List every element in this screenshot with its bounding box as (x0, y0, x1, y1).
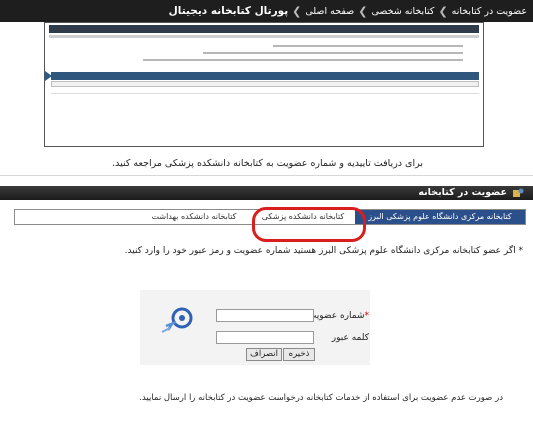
inner-text-line (143, 59, 463, 61)
key-icon (161, 307, 193, 333)
inner-rule (51, 93, 479, 94)
inner-header-bar (49, 25, 479, 33)
portal-title[interactable]: پورتال کتابخانه دیجیتال (169, 5, 289, 17)
tab-central-library[interactable]: کتابخانه مرکزی دانشگاه علوم پزشکی البرز (355, 210, 525, 224)
save-button[interactable]: ذخیره (283, 348, 315, 361)
section-title: عضویت در کتابخانه (418, 187, 507, 198)
breadcrumb-membership[interactable]: عضویت در کتابخانه (452, 6, 527, 17)
inner-blue-bar (51, 72, 479, 80)
member-info-text: * اگر عضو کتابخانه مرکزی دانشگاه علوم پز… (124, 246, 523, 256)
breadcrumb-separator-icon: ❯ (292, 4, 302, 18)
password-field[interactable] (216, 331, 314, 344)
breadcrumb: پورتال کتابخانه دیجیتال ❯ صفحه اصلی ❯ کت… (169, 0, 527, 22)
required-mark: * (364, 311, 370, 321)
password-label: کلمه عبور (331, 333, 369, 343)
breadcrumb-separator-icon: ❯ (358, 4, 368, 18)
member-number-label: *شماره عضویت (308, 311, 369, 321)
inner-divider (49, 35, 479, 38)
breadcrumb-personal-library[interactable]: کتابخانه شخصی (371, 6, 434, 17)
breadcrumb-home[interactable]: صفحه اصلی (305, 6, 354, 17)
tab-health-faculty-library[interactable]: کتابخانه دانشکده بهداشت (139, 210, 249, 224)
inner-screenshot (44, 22, 484, 147)
member-number-label-text: شماره عضویت (307, 311, 365, 321)
breadcrumb-separator-icon: ❯ (438, 4, 448, 18)
member-number-field[interactable] (216, 309, 314, 322)
membership-icon (513, 188, 524, 197)
inner-text-line (273, 45, 463, 47)
embedded-screenshot-area: پورتال کتابخانه دیجیتال ❯ صفحه اصلی ❯ کت… (0, 0, 533, 176)
membership-request-note: در صورت عدم عضویت برای استفاده از خدمات … (139, 393, 503, 403)
cancel-button[interactable]: انصراف (246, 348, 282, 361)
inner-text-line (203, 52, 463, 54)
highlight-circle (252, 207, 366, 242)
inner-input-strip (51, 81, 479, 87)
confirmation-note: برای دریافت تاییدیه و شماره عضویت به کتا… (112, 158, 423, 169)
